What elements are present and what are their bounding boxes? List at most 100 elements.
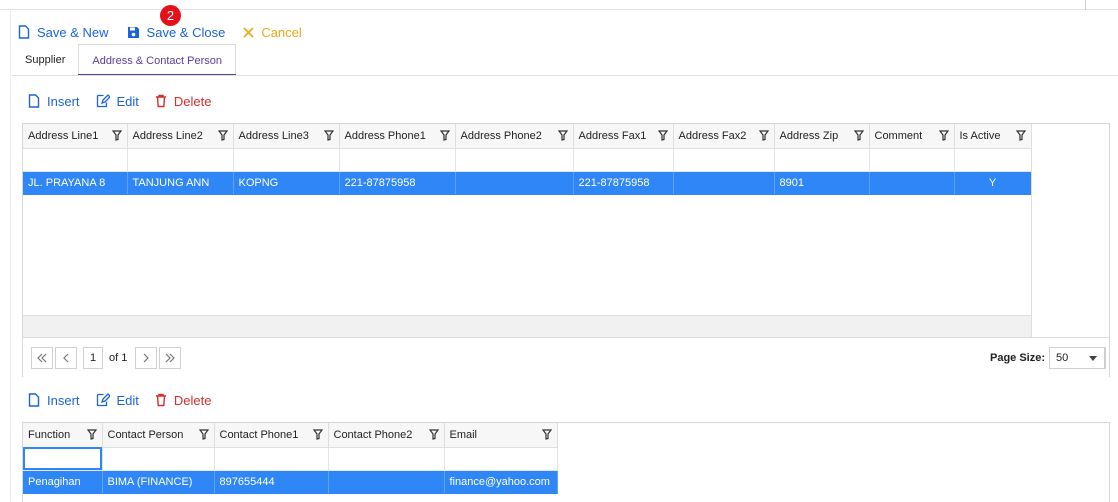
contact-toolbar: Insert Edit Delete xyxy=(28,390,228,410)
filter-cell[interactable] xyxy=(455,148,574,172)
address-delete-button[interactable]: Delete xyxy=(155,94,212,109)
filter-cell[interactable] xyxy=(233,148,340,172)
trash-icon xyxy=(155,393,166,407)
filter-cell[interactable] xyxy=(23,447,103,471)
address-grid: Address Line1 Address Line2 Address Line… xyxy=(22,123,1110,377)
filter-icon[interactable] xyxy=(541,429,552,440)
table-row[interactable]: JL. PRAYANA 8 TANJUNG ANN KOPNG 221-8787… xyxy=(23,171,1032,195)
address-col-header[interactable]: Address Zip xyxy=(774,124,870,149)
filter-cell[interactable] xyxy=(869,148,955,172)
contact-filter-row xyxy=(23,447,558,471)
prev-page-button[interactable] xyxy=(55,347,77,369)
tab-supplier[interactable]: Supplier xyxy=(12,44,78,76)
address-header-row: Address Line1 Address Line2 Address Line… xyxy=(23,124,1032,149)
table-cell xyxy=(673,171,775,195)
page-size-dropdown-button[interactable] xyxy=(1081,347,1105,369)
address-col-header[interactable]: Comment xyxy=(869,124,955,149)
top-divider xyxy=(1085,0,1086,10)
file-icon xyxy=(28,393,40,407)
filter-icon[interactable] xyxy=(758,130,769,141)
contact-col-header[interactable]: Contact Person xyxy=(102,423,215,448)
contact-col-header[interactable]: Contact Phone2 xyxy=(328,423,445,448)
address-col-header[interactable]: Address Line1 xyxy=(23,124,128,149)
page-count-label: of 1 xyxy=(109,352,128,364)
trash-icon xyxy=(155,94,166,108)
address-edit-button[interactable]: Edit xyxy=(96,94,139,109)
contact-edit-button[interactable]: Edit xyxy=(96,393,139,408)
filter-icon[interactable] xyxy=(198,429,209,440)
contact-insert-button[interactable]: Insert xyxy=(28,393,80,408)
file-icon xyxy=(18,25,30,39)
filter-cell[interactable] xyxy=(774,148,870,172)
address-filter-row xyxy=(23,148,1032,172)
filter-icon[interactable] xyxy=(312,429,323,440)
filter-cell[interactable] xyxy=(127,148,234,172)
last-page-button[interactable] xyxy=(159,347,181,369)
filter-icon[interactable] xyxy=(557,130,568,141)
filter-cell[interactable] xyxy=(214,447,329,471)
filter-icon[interactable] xyxy=(853,130,864,141)
column-label: Address Fax1 xyxy=(578,129,647,142)
column-label: Address Line2 xyxy=(132,129,203,142)
chevron-right-icon xyxy=(143,353,149,363)
filter-icon[interactable] xyxy=(428,429,439,440)
column-label: Is Active xyxy=(959,129,1001,142)
address-col-header[interactable]: Address Line3 xyxy=(233,124,340,149)
table-cell: JL. PRAYANA 8 xyxy=(23,171,128,195)
contact-delete-button[interactable]: Delete xyxy=(155,393,212,408)
save-new-button[interactable]: Save & New xyxy=(18,25,109,40)
filter-cell[interactable] xyxy=(573,148,674,172)
filter-icon[interactable] xyxy=(323,130,334,141)
contact-delete-label: Delete xyxy=(173,392,212,408)
next-page-button[interactable] xyxy=(135,347,157,369)
address-col-header[interactable]: Address Phone2 xyxy=(455,124,574,149)
column-label: Address Zip xyxy=(779,129,839,142)
filter-icon[interactable] xyxy=(86,429,97,440)
contact-table: Function Contact Person Contact Phone1 C… xyxy=(23,423,558,494)
filter-cell[interactable] xyxy=(444,447,558,471)
filter-cell[interactable] xyxy=(328,447,445,471)
table-cell: TANJUNG ANN xyxy=(127,171,234,195)
table-cell: finance@yahoo.com xyxy=(444,470,558,494)
filter-icon[interactable] xyxy=(938,130,949,141)
first-page-button[interactable] xyxy=(31,347,53,369)
filter-icon[interactable] xyxy=(111,130,122,141)
filter-icon[interactable] xyxy=(439,130,450,141)
filter-cell[interactable] xyxy=(102,447,215,471)
column-label: Contact Phone2 xyxy=(333,428,413,441)
filter-icon[interactable] xyxy=(657,130,668,141)
filter-icon[interactable] xyxy=(217,130,228,141)
left-rule xyxy=(10,10,11,502)
filter-cell[interactable] xyxy=(339,148,456,172)
table-cell: 8901 xyxy=(774,171,870,195)
contact-col-header[interactable]: Contact Phone1 xyxy=(214,423,329,448)
save-close-label: Save & Close xyxy=(146,24,226,40)
address-delete-label: Delete xyxy=(173,93,212,109)
contact-col-header[interactable]: Function xyxy=(23,423,103,448)
grid-vrule xyxy=(1031,124,1032,337)
address-pager: 1 of 1 Page Size: 50 xyxy=(23,337,1109,377)
filter-cell[interactable] xyxy=(673,148,775,172)
save-close-button[interactable]: Save & Close xyxy=(127,24,226,40)
address-col-header[interactable]: Is Active xyxy=(954,124,1032,149)
contact-col-header[interactable]: Email xyxy=(444,423,558,448)
filter-cell[interactable] xyxy=(23,148,128,172)
table-cell xyxy=(455,171,574,195)
page-number-input[interactable]: 1 xyxy=(83,347,103,369)
address-col-header[interactable]: Address Phone1 xyxy=(339,124,456,149)
cancel-button[interactable]: Cancel xyxy=(243,25,302,40)
address-col-header[interactable]: Address Fax2 xyxy=(673,124,775,149)
address-toolbar: Insert Edit Delete xyxy=(28,91,228,111)
table-row[interactable]: Penagihan BIMA (FINANCE) 897655444 finan… xyxy=(23,470,558,494)
address-col-header[interactable]: Address Fax1 xyxy=(573,124,674,149)
filter-cell[interactable] xyxy=(954,148,1032,172)
address-col-header[interactable]: Address Line2 xyxy=(127,124,234,149)
save-new-label: Save & New xyxy=(37,24,109,40)
filter-icon[interactable] xyxy=(1015,130,1026,141)
address-insert-button[interactable]: Insert xyxy=(28,94,80,109)
tab-address-contact[interactable]: Address & Contact Person xyxy=(78,44,236,76)
page-size-label: Page Size: xyxy=(990,352,1046,364)
horizontal-scrollbar[interactable] xyxy=(23,315,1031,337)
table-cell: KOPNG xyxy=(233,171,340,195)
contact-header-row: Function Contact Person Contact Phone1 C… xyxy=(23,423,558,448)
